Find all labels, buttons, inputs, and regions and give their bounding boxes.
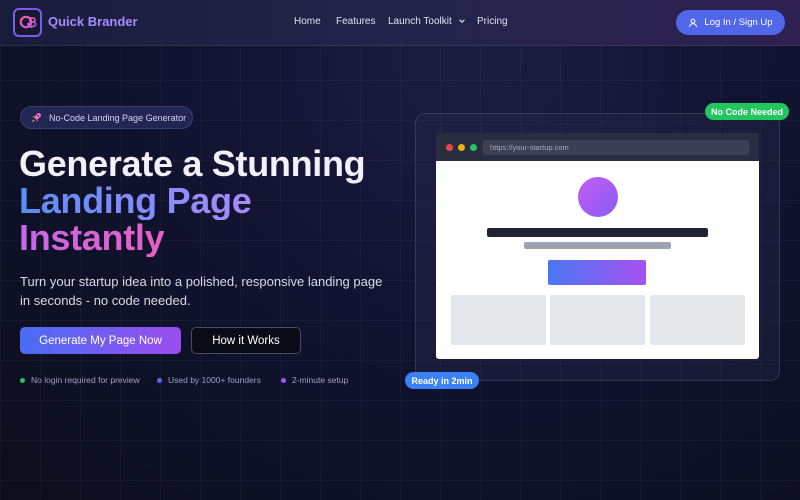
mock-address-bar: https://your-startup.com xyxy=(483,140,749,155)
brand-logo[interactable] xyxy=(13,8,42,37)
login-signup-button[interactable]: Log In / Sign Up xyxy=(676,10,785,35)
hero-headline-line-1: Generate a Stunning xyxy=(19,143,366,184)
rocket-icon xyxy=(31,113,41,123)
nav-launch-toolkit-label: Launch Toolkit xyxy=(388,16,452,27)
brand-name[interactable]: Quick Brander xyxy=(48,14,138,29)
no-code-badge: No Code Needed xyxy=(705,103,789,120)
close-dot-icon xyxy=(446,144,453,151)
indigo-dot-icon xyxy=(157,377,162,383)
nav-pricing[interactable]: Pricing xyxy=(477,16,508,27)
top-navbar: Quick Brander Home Features Launch Toolk… xyxy=(0,0,800,46)
mock-feature-box xyxy=(451,295,546,345)
nav-features[interactable]: Features xyxy=(336,16,375,27)
feature-label: Used by 1000+ founders xyxy=(168,375,261,385)
maximize-dot-icon xyxy=(470,144,477,151)
user-icon xyxy=(689,18,698,27)
feature-no-login: No login required for preview xyxy=(20,375,140,385)
chevron-down-icon xyxy=(458,19,465,24)
feature-setup-time: 2-minute setup xyxy=(281,375,348,385)
feature-label: 2-minute setup xyxy=(292,375,349,385)
hero-pill-badge: No-Code Landing Page Generator xyxy=(20,106,193,129)
feature-label: No login required for preview xyxy=(31,375,140,385)
nav-launch-toolkit[interactable]: Launch Toolkit xyxy=(388,16,466,27)
hero-pill-label: No-Code Landing Page Generator xyxy=(49,112,187,123)
nav-home[interactable]: Home xyxy=(294,16,321,27)
generate-page-button[interactable]: Generate My Page Now xyxy=(20,327,181,354)
purple-dot-icon xyxy=(281,377,286,383)
feature-used-by-founders: Used by 1000+ founders xyxy=(157,375,261,385)
green-dot-icon xyxy=(20,377,25,383)
mock-title-bar xyxy=(487,228,708,237)
hero-subtitle: Turn your startup idea into a polished, … xyxy=(20,274,383,308)
mock-subtitle-bar xyxy=(524,242,671,249)
hero-headline-line-2: Landing Page xyxy=(19,180,252,221)
mock-cta-button xyxy=(548,260,646,285)
qb-monogram-icon xyxy=(19,15,36,28)
mock-feature-box xyxy=(650,295,745,345)
how-it-works-button[interactable]: How it Works xyxy=(191,327,301,354)
mock-feature-box xyxy=(550,295,645,345)
hero-headline-line-3: Instantly xyxy=(19,217,165,258)
mock-avatar xyxy=(578,177,618,217)
login-signup-label: Log In / Sign Up xyxy=(704,17,773,28)
ready-badge: Ready in 2min xyxy=(405,372,479,389)
minimize-dot-icon xyxy=(458,144,465,151)
